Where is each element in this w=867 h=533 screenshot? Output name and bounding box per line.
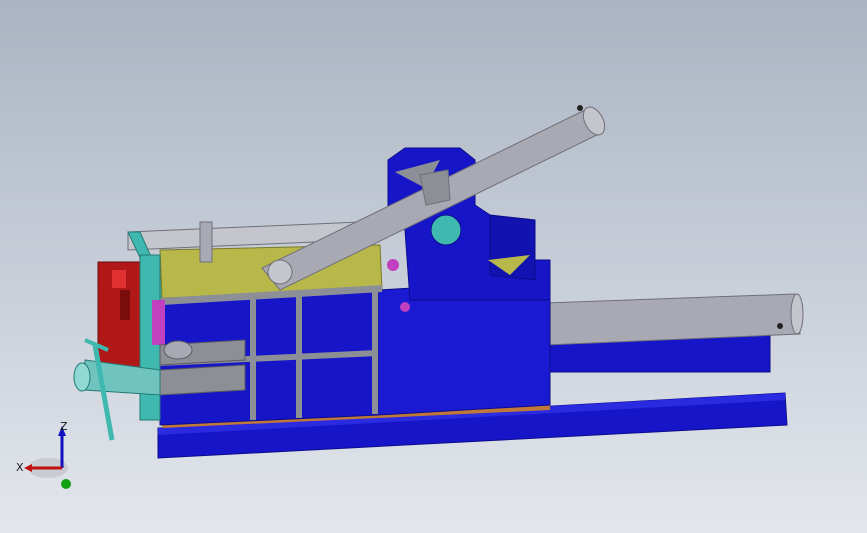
x-axis-label: X <box>16 461 24 474</box>
main-hydraulic-cylinder[interactable] <box>519 293 804 373</box>
z-axis-label: Z <box>60 420 68 433</box>
cad-3d-viewport[interactable]: Z X <box>0 0 867 533</box>
baler-model-scene[interactable]: Z X <box>0 0 867 533</box>
axis-triad: Z X <box>16 420 71 489</box>
